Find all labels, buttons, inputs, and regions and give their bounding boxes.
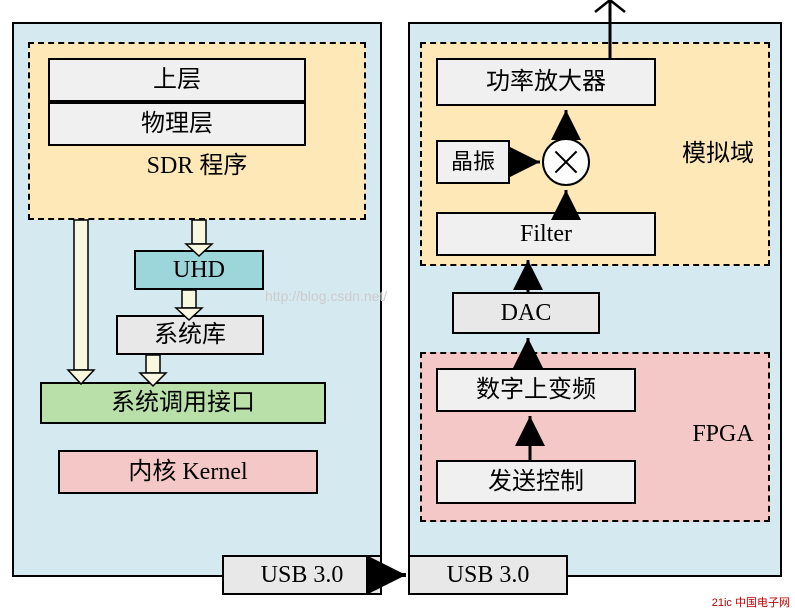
- kernel-box: 内核 Kernel: [58, 450, 318, 494]
- mixer-icon: [542, 138, 590, 186]
- tx-control-box: 发送控制: [436, 460, 636, 504]
- kernel-label: 内核 Kernel: [60, 452, 316, 492]
- syscall-label: 系统调用接口: [42, 384, 324, 422]
- diagram-container: 上层 物理层 SDR 程序 UHD 系统库 系统调用接口 内核 Kernel U…: [0, 0, 795, 615]
- filter-box: Filter: [436, 212, 656, 256]
- crystal-label: 晶振: [438, 142, 508, 182]
- amplifier-label: 功率放大器: [438, 60, 654, 104]
- dac-label: DAC: [454, 294, 598, 332]
- filter-label: Filter: [438, 214, 654, 254]
- up-conversion-label: 数字上变频: [438, 370, 634, 410]
- usb-right-box: USB 3.0: [408, 555, 568, 595]
- uhd-box: UHD: [134, 250, 264, 290]
- uhd-label: UHD: [136, 252, 262, 288]
- tx-control-label: 发送控制: [438, 462, 634, 502]
- site-logo: 21ic 中国电子网: [712, 594, 790, 610]
- usb-left-box: USB 3.0: [222, 555, 382, 595]
- syslib-box: 系统库: [116, 315, 264, 355]
- phy-layer-box: 物理层: [48, 102, 306, 146]
- amplifier-box: 功率放大器: [436, 58, 656, 106]
- sdr-program-label: SDR 程序: [48, 152, 346, 192]
- analog-domain-label: 模拟域: [668, 140, 768, 169]
- syscall-box: 系统调用接口: [40, 382, 326, 424]
- usb-left-label: USB 3.0: [224, 557, 380, 593]
- fpga-label: FPGA: [678, 420, 768, 449]
- watermark-text: http://blog.csdn.net/: [265, 288, 387, 304]
- usb-right-label: USB 3.0: [410, 557, 566, 593]
- dac-box: DAC: [452, 292, 600, 334]
- phy-layer-label: 物理层: [50, 104, 304, 144]
- syslib-label: 系统库: [118, 317, 262, 353]
- upper-layer-box: 上层: [48, 58, 306, 102]
- upper-layer-label: 上层: [50, 60, 304, 100]
- up-conversion-box: 数字上变频: [436, 368, 636, 412]
- crystal-box: 晶振: [436, 140, 510, 184]
